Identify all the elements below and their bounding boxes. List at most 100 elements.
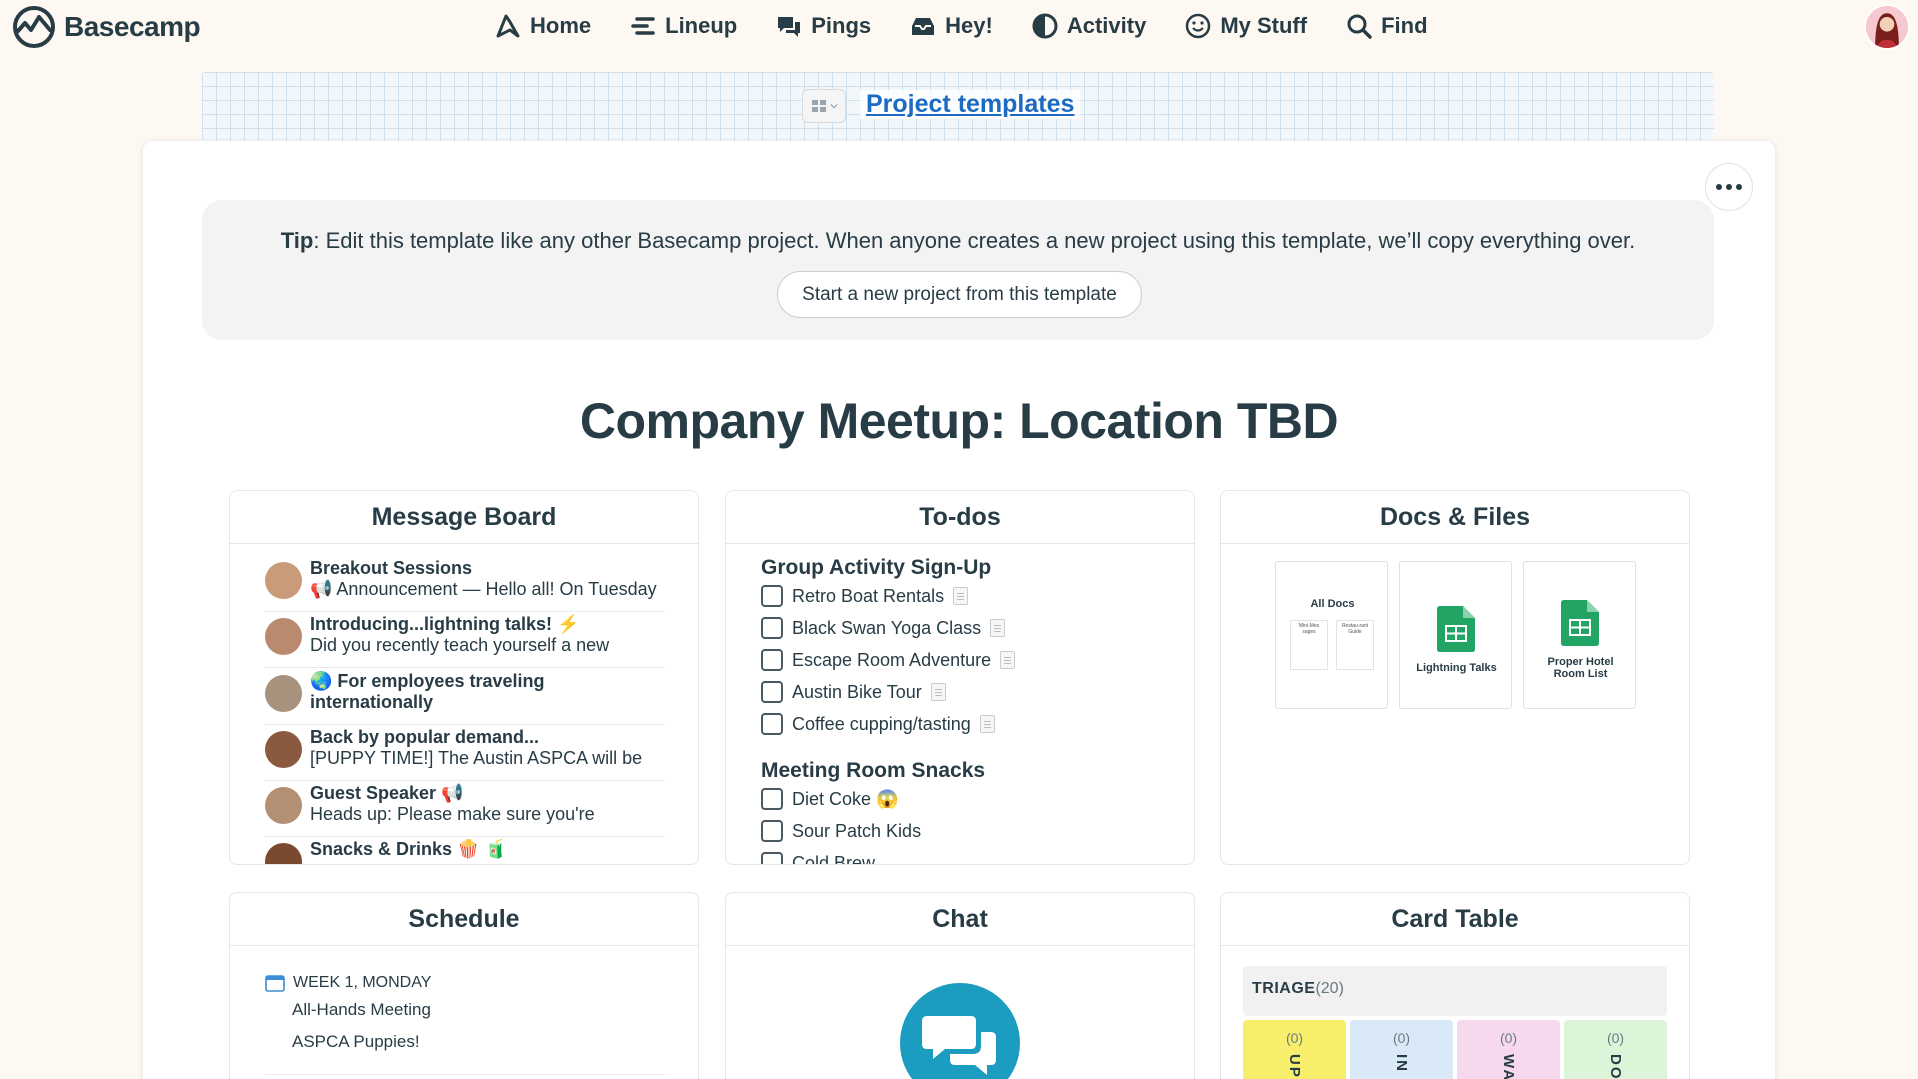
todo-checkbox[interactable] bbox=[761, 585, 783, 607]
project-templates-link[interactable]: Project templates bbox=[860, 90, 1081, 119]
card-column[interactable]: (0) DO bbox=[1564, 1020, 1667, 1079]
note-icon bbox=[953, 587, 969, 605]
schedule-title[interactable]: Schedule bbox=[230, 893, 698, 946]
message-item[interactable]: Snacks & Drinks 🍿 🧃 bbox=[265, 837, 665, 864]
nav-pings-label: Pings bbox=[811, 13, 872, 38]
docs-files-title[interactable]: Docs & Files bbox=[1221, 491, 1689, 544]
todo-item[interactable]: Escape Room Adventure bbox=[761, 649, 1016, 671]
todo-checkbox[interactable] bbox=[761, 788, 783, 810]
todo-label: Diet Coke 😱 bbox=[792, 788, 899, 809]
todos-panel[interactable]: To-dos Group Activity Sign-Up Retro Boat… bbox=[725, 490, 1195, 865]
thumbnail-title: Mini-Mes sages bbox=[1298, 623, 1320, 635]
nav-lineup[interactable]: Lineup bbox=[629, 10, 737, 42]
dot-icon bbox=[1716, 184, 1722, 190]
card-table-title[interactable]: Card Table bbox=[1221, 893, 1689, 946]
project-switcher-button[interactable] bbox=[802, 89, 846, 123]
nav-my-stuff[interactable]: My Stuff bbox=[1184, 10, 1307, 42]
google-sheets-icon bbox=[1561, 600, 1599, 646]
avatar bbox=[265, 618, 302, 655]
nav-hey[interactable]: Hey! bbox=[909, 10, 993, 42]
nav-find[interactable]: Find bbox=[1345, 10, 1428, 42]
tip-body: : Edit this template like any other Base… bbox=[313, 228, 1636, 253]
message-snippet: Did you recently teach yourself a new bbox=[310, 635, 610, 655]
calendar-icon bbox=[265, 975, 285, 992]
todo-checkbox[interactable] bbox=[761, 713, 783, 735]
column-label: UP bbox=[1286, 1054, 1303, 1079]
todo-item[interactable]: Austin Bike Tour bbox=[761, 681, 946, 703]
avatar bbox=[265, 562, 302, 599]
column-count: (0) bbox=[1285, 1030, 1304, 1046]
thumbnail-title: Restau-rant Guide bbox=[1341, 623, 1369, 635]
todo-checkbox[interactable] bbox=[761, 852, 783, 864]
todo-checkbox[interactable] bbox=[761, 820, 783, 842]
basecamp-logo[interactable]: Basecamp bbox=[10, 5, 201, 49]
message-item[interactable]: Introducing...lightning talks! ⚡ Did you… bbox=[265, 612, 665, 668]
triage-column[interactable]: TRIAGE(20) bbox=[1243, 966, 1667, 1016]
chevron-down-icon bbox=[829, 103, 838, 109]
search-icon bbox=[1347, 14, 1372, 39]
todo-item[interactable]: Coffee cupping/tasting bbox=[761, 713, 995, 735]
todo-item[interactable]: Diet Coke 😱 bbox=[761, 788, 898, 810]
card-column[interactable]: (0) WA bbox=[1457, 1020, 1560, 1079]
todo-item[interactable]: Retro Boat Rentals bbox=[761, 585, 969, 607]
message-item[interactable]: 🌏 For employees traveling internationall… bbox=[265, 669, 665, 725]
column-label: DO bbox=[1607, 1054, 1624, 1079]
todolist-title[interactable]: Group Activity Sign-Up bbox=[761, 556, 991, 580]
todo-label: Retro Boat Rentals bbox=[792, 585, 945, 606]
start-project-button[interactable]: Start a new project from this template bbox=[777, 271, 1142, 318]
todolist-title[interactable]: Meeting Room Snacks bbox=[761, 759, 985, 783]
card-table-panel[interactable]: Card Table TRIAGE(20) (0) UP (0) IN P (0) W… bbox=[1220, 892, 1690, 1079]
todo-item[interactable]: Sour Patch Kids bbox=[761, 820, 921, 842]
docs-files-panel[interactable]: Docs & Files All Docs Mini-Mes sages Res… bbox=[1220, 490, 1690, 865]
nav-home[interactable]: Home bbox=[494, 10, 591, 42]
message-title: Snacks & Drinks 🍿 🧃 bbox=[310, 839, 507, 859]
google-sheets-icon bbox=[1437, 606, 1475, 652]
todo-item[interactable]: Cold Brew bbox=[761, 852, 875, 864]
todos-title[interactable]: To-dos bbox=[726, 491, 1194, 544]
folder-all-docs[interactable]: All Docs Mini-Mes sages Restau-rant Guid… bbox=[1275, 561, 1388, 709]
column-label: WA bbox=[1500, 1054, 1517, 1079]
todo-checkbox[interactable] bbox=[761, 649, 783, 671]
document-thumbnail: Restau-rant Guide bbox=[1336, 620, 1374, 670]
dot-icon bbox=[1736, 184, 1742, 190]
message-board-panel[interactable]: Message Board Breakout Sessions 📢 Announ… bbox=[229, 490, 699, 865]
message-item[interactable]: Breakout Sessions 📢 Announcement — Hello… bbox=[265, 556, 665, 612]
note-icon bbox=[979, 715, 995, 733]
nav-hey-label: Hey! bbox=[945, 13, 993, 38]
nav-lineup-label: Lineup bbox=[665, 13, 738, 38]
pings-icon bbox=[778, 17, 801, 37]
triage-label: TRIAGE bbox=[1252, 980, 1316, 997]
message-title-continued: internationally bbox=[310, 692, 434, 712]
message-item[interactable]: Back by popular demand... [PUPPY TIME!] … bbox=[265, 725, 665, 781]
more-options-button[interactable] bbox=[1705, 163, 1753, 211]
nav-pings[interactable]: Pings bbox=[775, 10, 871, 42]
todo-checkbox[interactable] bbox=[761, 617, 783, 639]
file-label: Proper Hotel Room List bbox=[1547, 656, 1614, 680]
message-item[interactable]: Guest Speaker 📢 Heads up: Please make su… bbox=[265, 781, 665, 837]
folder-label: All Docs bbox=[1310, 598, 1355, 610]
basecamp-logo-icon bbox=[13, 6, 55, 48]
nav-activity[interactable]: Activity bbox=[1031, 10, 1146, 42]
file-label: Lightning Talks bbox=[1416, 662, 1497, 674]
user-avatar[interactable] bbox=[1864, 4, 1910, 50]
avatar bbox=[265, 675, 302, 712]
todo-checkbox[interactable] bbox=[761, 681, 783, 703]
file-proper-hotel-room-list[interactable]: Proper Hotel Room List bbox=[1523, 561, 1636, 709]
file-lightning-talks[interactable]: Lightning Talks bbox=[1399, 561, 1512, 709]
todo-label: Black Swan Yoga Class bbox=[792, 617, 982, 638]
schedule-event[interactable]: All-Hands Meeting bbox=[292, 1000, 431, 1020]
template-tip: Tip: Edit this template like any other B… bbox=[202, 200, 1714, 340]
todo-label: Coffee cupping/tasting bbox=[792, 713, 971, 734]
activity-icon bbox=[1032, 13, 1058, 39]
todo-item[interactable]: Black Swan Yoga Class bbox=[761, 617, 1006, 639]
schedule-panel[interactable]: Schedule WEEK 1, MONDAY All-Hands Meetin… bbox=[229, 892, 699, 1079]
card-column[interactable]: (0) UP bbox=[1243, 1020, 1346, 1079]
avatar bbox=[265, 787, 302, 824]
card-column[interactable]: (0) IN P bbox=[1350, 1020, 1453, 1079]
schedule-event[interactable]: ASPCA Puppies! bbox=[292, 1032, 420, 1052]
message-title: 🌏 For employees traveling bbox=[310, 671, 545, 691]
avatar bbox=[265, 843, 302, 864]
message-board-title[interactable]: Message Board bbox=[230, 491, 698, 544]
chat-panel[interactable]: Chat bbox=[725, 892, 1195, 1079]
chat-title[interactable]: Chat bbox=[726, 893, 1194, 946]
